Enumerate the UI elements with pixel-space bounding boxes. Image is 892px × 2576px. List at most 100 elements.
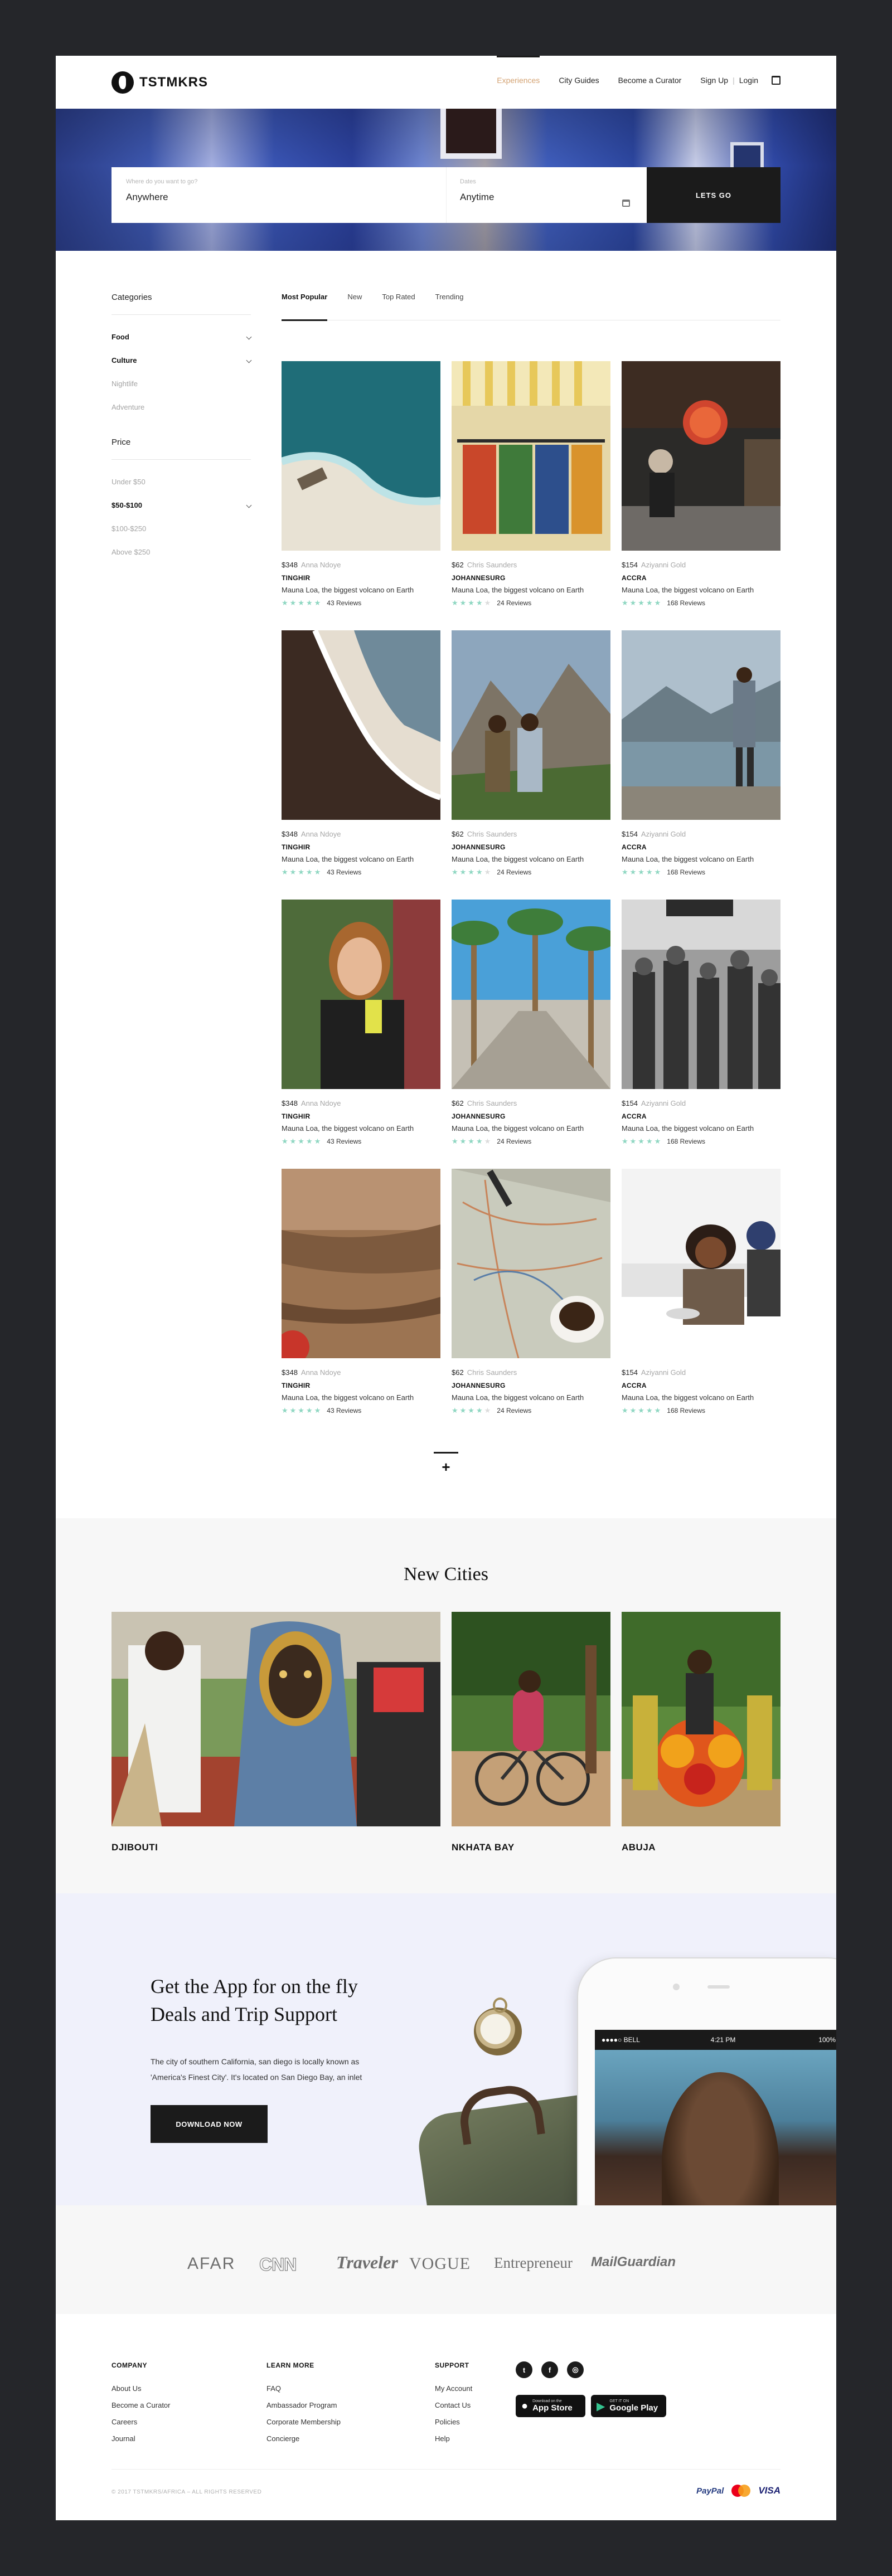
experience-card[interactable]: $348 Anna Ndoye TINGHIR Mauna Loa, the bigg… — [282, 900, 440, 1169]
experience-photo[interactable] — [622, 361, 780, 551]
footer-link[interactable]: Contact Us — [435, 2397, 472, 2414]
footer-link[interactable]: Help — [435, 2431, 472, 2447]
experience-photo[interactable] — [282, 361, 440, 551]
shopping-bag-icon[interactable] — [772, 76, 780, 85]
google-play-button[interactable]: ▶ GET IT ON Google Play — [591, 2395, 666, 2417]
footer-link[interactable]: About Us — [112, 2380, 171, 2397]
load-more-button[interactable]: + — [432, 1452, 460, 1480]
filter-option[interactable]: Above $250 — [112, 547, 251, 570]
tab-new[interactable]: New — [347, 293, 362, 320]
curator-name[interactable]: Chris Saunders — [467, 830, 517, 838]
curator-name[interactable]: Anna Ndoye — [301, 1368, 341, 1377]
footer-link[interactable]: Policies — [435, 2414, 472, 2431]
footer-link[interactable]: My Account — [435, 2380, 472, 2397]
experience-card[interactable]: $154 Aziyanni Gold ACCRA Mauna Loa, the big… — [622, 1169, 780, 1438]
footer-link[interactable]: Careers — [112, 2414, 171, 2431]
review-count[interactable]: 168 Reviews — [667, 868, 705, 876]
app-store-button[interactable]: ● Download on the App Store — [516, 2395, 585, 2417]
review-count[interactable]: 43 Reviews — [327, 1407, 361, 1415]
experience-photo[interactable] — [622, 1169, 780, 1358]
filter-option[interactable]: Food — [112, 332, 252, 355]
dates-input[interactable] — [460, 192, 633, 203]
tab-top-rated[interactable]: Top Rated — [382, 293, 415, 320]
nav-city-guides[interactable]: City Guides — [559, 76, 599, 85]
experience-card[interactable]: $348 Anna Ndoye TINGHIR Mauna Loa, the bigg… — [282, 1169, 440, 1438]
review-count[interactable]: 43 Reviews — [327, 599, 361, 607]
chevron-down-icon[interactable] — [246, 357, 252, 363]
footer-link[interactable]: Become a Curator — [112, 2397, 171, 2414]
facebook-icon[interactable]: f — [541, 2361, 558, 2378]
experience-card[interactable]: $62 Chris Saunders JOHANNESURG Mauna Loa, t… — [452, 630, 610, 900]
experience-card[interactable]: $154 Aziyanni Gold ACCRA Mauna Loa, the big… — [622, 900, 780, 1169]
experience-card[interactable]: $348 Anna Ndoye TINGHIR Mauna Loa, the bigg… — [282, 630, 440, 900]
curator-name[interactable]: Anna Ndoye — [301, 1099, 341, 1107]
tab-trending[interactable]: Trending — [435, 293, 464, 320]
experience-photo[interactable] — [452, 361, 610, 551]
price: $154 — [622, 561, 638, 569]
curator-name[interactable]: Anna Ndoye — [301, 830, 341, 838]
city-card-djibouti[interactable]: DJIBOUTI — [112, 1612, 440, 1853]
city-card-nkhata-bay[interactable]: NKHATA BAY — [452, 1612, 610, 1853]
filter-option[interactable]: $100-$250 — [112, 523, 251, 547]
experience-card[interactable]: $348 Anna Ndoye TINGHIR Mauna Loa, the bigg… — [282, 361, 440, 630]
footer-link[interactable]: Concierge — [266, 2431, 341, 2447]
curator-name[interactable]: Chris Saunders — [467, 1099, 517, 1107]
city-name: TINGHIR — [282, 843, 311, 851]
experience-photo[interactable] — [452, 630, 610, 820]
review-count[interactable]: 24 Reviews — [497, 599, 531, 607]
app-text-line1: The city of southern California, san die… — [151, 2057, 360, 2066]
nav-become-curator[interactable]: Become a Curator — [618, 76, 682, 85]
filter-option[interactable]: Adventure — [112, 402, 251, 425]
filter-option[interactable]: Nightlife — [112, 378, 251, 402]
experience-photo[interactable] — [282, 900, 440, 1089]
review-count[interactable]: 168 Reviews — [667, 599, 705, 607]
experience-card[interactable]: $62 Chris Saunders JOHANNESURG Mauna Loa, t… — [452, 900, 610, 1169]
destination-field: Where do you want to go? — [112, 167, 446, 223]
review-count[interactable]: 168 Reviews — [667, 1138, 705, 1145]
curator-name[interactable]: Aziyanni Gold — [641, 1099, 686, 1107]
filter-option[interactable]: $50-$100 — [112, 500, 252, 523]
curator-name[interactable]: Aziyanni Gold — [641, 830, 686, 838]
experience-card[interactable]: $62 Chris Saunders JOHANNESURG Mauna Loa, t… — [452, 361, 610, 630]
curator-name[interactable]: Aziyanni Gold — [641, 1368, 686, 1377]
footer-link[interactable]: Journal — [112, 2431, 171, 2447]
twitter-icon[interactable]: t — [516, 2361, 532, 2378]
lets-go-button[interactable]: LETS GO — [647, 167, 780, 223]
nav-login[interactable]: Login — [739, 76, 758, 85]
experience-card[interactable]: $154 Aziyanni Gold ACCRA Mauna Loa, the big… — [622, 630, 780, 900]
experience-photo[interactable] — [282, 1169, 440, 1358]
review-count[interactable]: 43 Reviews — [327, 868, 361, 876]
destination-input[interactable] — [126, 192, 432, 203]
experience-card[interactable]: $62 Chris Saunders JOHANNESURG Mauna Loa, t… — [452, 1169, 610, 1438]
filter-option[interactable]: Under $50 — [112, 477, 251, 500]
experience-photo[interactable] — [452, 900, 610, 1089]
calendar-icon[interactable] — [622, 200, 630, 207]
curator-name[interactable]: Chris Saunders — [467, 1368, 517, 1377]
curator-name[interactable]: Anna Ndoye — [301, 561, 341, 569]
footer-link[interactable]: Corporate Membership — [266, 2414, 341, 2431]
experience-photo[interactable] — [622, 900, 780, 1089]
experience-photo[interactable] — [282, 630, 440, 820]
footer-link[interactable]: FAQ — [266, 2380, 341, 2397]
footer-link[interactable]: Ambassador Program — [266, 2397, 341, 2414]
experience-card[interactable]: $154 Aziyanni Gold ACCRA Mauna Loa, the big… — [622, 361, 780, 630]
nav-experiences[interactable]: Experiences — [497, 56, 540, 85]
review-count[interactable]: 24 Reviews — [497, 868, 531, 876]
review-count[interactable]: 24 Reviews — [497, 1138, 531, 1145]
review-count[interactable]: 24 Reviews — [497, 1407, 531, 1415]
city-card-abuja[interactable]: ABUJA — [622, 1612, 780, 1853]
logo[interactable]: TSTMKRS — [112, 71, 208, 94]
instagram-icon[interactable]: ◎ — [567, 2361, 584, 2378]
chevron-down-icon[interactable] — [246, 334, 252, 340]
chevron-down-icon[interactable] — [246, 502, 252, 508]
experience-photo[interactable] — [622, 630, 780, 820]
review-count[interactable]: 168 Reviews — [667, 1407, 705, 1415]
experience-photo[interactable] — [452, 1169, 610, 1358]
tab-most-popular[interactable]: Most Popular — [282, 293, 328, 321]
curator-name[interactable]: Chris Saunders — [467, 561, 517, 569]
download-now-button[interactable]: DOWNLOAD NOW — [151, 2105, 268, 2143]
curator-name[interactable]: Aziyanni Gold — [641, 561, 686, 569]
review-count[interactable]: 43 Reviews — [327, 1138, 361, 1145]
nav-signup[interactable]: Sign Up — [700, 76, 728, 85]
filter-option[interactable]: Culture — [112, 355, 252, 378]
